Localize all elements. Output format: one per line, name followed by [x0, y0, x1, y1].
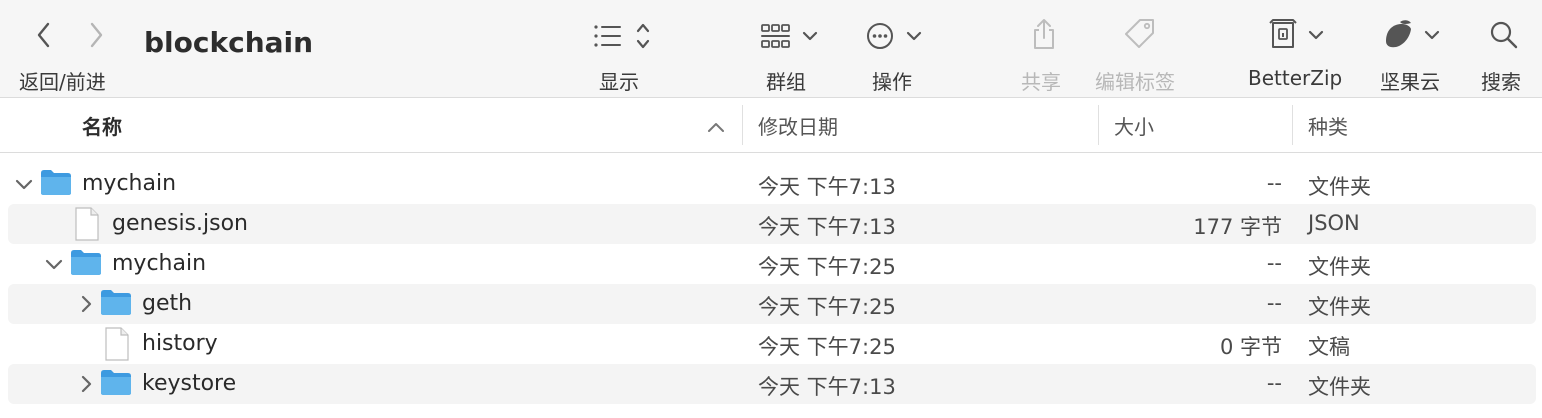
file-name: genesis.json	[112, 211, 248, 236]
file-kind: 文件夹	[1308, 375, 1371, 399]
table-row[interactable]: mychain 今天 下午7:13 -- 文件夹	[8, 164, 1536, 204]
group-grid-icon	[761, 24, 818, 48]
table-row[interactable]: genesis.json 今天 下午7:13 177 字节 JSON	[8, 204, 1536, 244]
ellipsis-circle-icon	[867, 23, 922, 49]
file-date: 今天 下午7:25	[758, 255, 896, 279]
disclosure-collapsed-icon[interactable]	[76, 374, 96, 394]
forward-button[interactable]	[80, 18, 112, 52]
folder-icon	[101, 290, 131, 315]
file-kind: 文件夹	[1308, 255, 1371, 279]
file-size: 177 字节	[1193, 215, 1282, 239]
toolbar: 返回/前进 blockchain 显示 群组 操作 共享 编辑标签 Better…	[0, 0, 1542, 98]
jianguoyun-label: 坚果云	[1380, 70, 1440, 94]
tag-icon	[1125, 19, 1154, 48]
column-header: 名称 修改日期 大小 种类	[0, 99, 1542, 153]
column-divider[interactable]	[1098, 105, 1099, 145]
back-button[interactable]	[28, 18, 60, 52]
file-date: 今天 下午7:13	[758, 215, 896, 239]
betterzip-label: BetterZip	[1248, 66, 1343, 90]
column-kind-header[interactable]: 种类	[1308, 111, 1348, 140]
share-label: 共享	[1021, 70, 1061, 94]
back-forward-label: 返回/前进	[19, 70, 106, 94]
table-row[interactable]: geth 今天 下午7:25 -- 文件夹	[8, 284, 1536, 324]
table-row[interactable]: mychain 今天 下午7:25 -- 文件夹	[8, 244, 1536, 284]
column-modified-header[interactable]: 修改日期	[758, 111, 838, 140]
group-label: 群组	[766, 70, 806, 94]
document-icon	[105, 327, 129, 361]
file-kind: 文稿	[1308, 335, 1350, 359]
document-icon	[75, 207, 99, 241]
table-row[interactable]: keystore 今天 下午7:13 -- 文件夹	[8, 364, 1536, 404]
folder-icon	[101, 370, 131, 395]
file-name: mychain	[112, 251, 207, 276]
file-date: 今天 下午7:13	[758, 375, 896, 399]
nut-icon	[1386, 20, 1440, 48]
list-view-icon	[594, 23, 650, 49]
edit-tags-label: 编辑标签	[1095, 70, 1175, 94]
folder-icon	[71, 250, 101, 275]
file-date: 今天 下午7:13	[758, 175, 896, 199]
betterzip-button[interactable]	[1264, 16, 1330, 54]
edit-tags-button[interactable]	[1118, 14, 1162, 54]
file-date: 今天 下午7:25	[758, 335, 896, 359]
file-date: 今天 下午7:25	[758, 295, 896, 319]
disclosure-collapsed-icon[interactable]	[76, 294, 96, 314]
file-size: --	[1266, 291, 1282, 315]
search-label: 搜索	[1481, 70, 1521, 94]
jianguoyun-button[interactable]	[1380, 16, 1446, 54]
chevron-right-icon	[90, 22, 103, 48]
file-name: keystore	[142, 371, 237, 396]
disclosure-expanded-icon[interactable]	[44, 254, 64, 274]
file-kind: 文件夹	[1308, 175, 1371, 199]
column-size-header[interactable]: 大小	[1114, 111, 1154, 140]
column-divider[interactable]	[1292, 105, 1293, 145]
view-label: 显示	[599, 70, 639, 94]
sort-ascending-indicator[interactable]	[706, 115, 726, 139]
view-options-button[interactable]	[590, 18, 656, 54]
disclosure-expanded-icon[interactable]	[14, 174, 34, 194]
file-size: --	[1266, 171, 1282, 195]
file-name: geth	[142, 291, 193, 316]
file-size: 0 字节	[1219, 335, 1282, 359]
betterzip-icon	[1269, 19, 1324, 48]
group-button[interactable]	[758, 18, 824, 54]
window-title: blockchain	[144, 26, 314, 59]
file-name: mychain	[82, 171, 177, 196]
search-button[interactable]	[1484, 16, 1524, 54]
file-size: --	[1266, 371, 1282, 395]
file-kind: 文件夹	[1308, 295, 1371, 319]
file-size: --	[1266, 251, 1282, 275]
file-kind: JSON	[1308, 211, 1360, 235]
column-divider[interactable]	[742, 105, 743, 145]
column-name-header[interactable]: 名称	[82, 111, 122, 140]
file-name: history	[142, 331, 218, 356]
chevron-up-icon	[708, 123, 724, 132]
folder-icon	[41, 170, 71, 195]
action-button[interactable]	[864, 18, 930, 54]
chevron-left-icon	[37, 22, 50, 48]
table-row[interactable]: history 今天 下午7:25 0 字节 文稿	[8, 324, 1536, 364]
action-label: 操作	[872, 70, 912, 94]
search-icon	[1490, 21, 1518, 49]
share-button[interactable]	[1024, 14, 1064, 54]
share-icon	[1034, 19, 1054, 49]
